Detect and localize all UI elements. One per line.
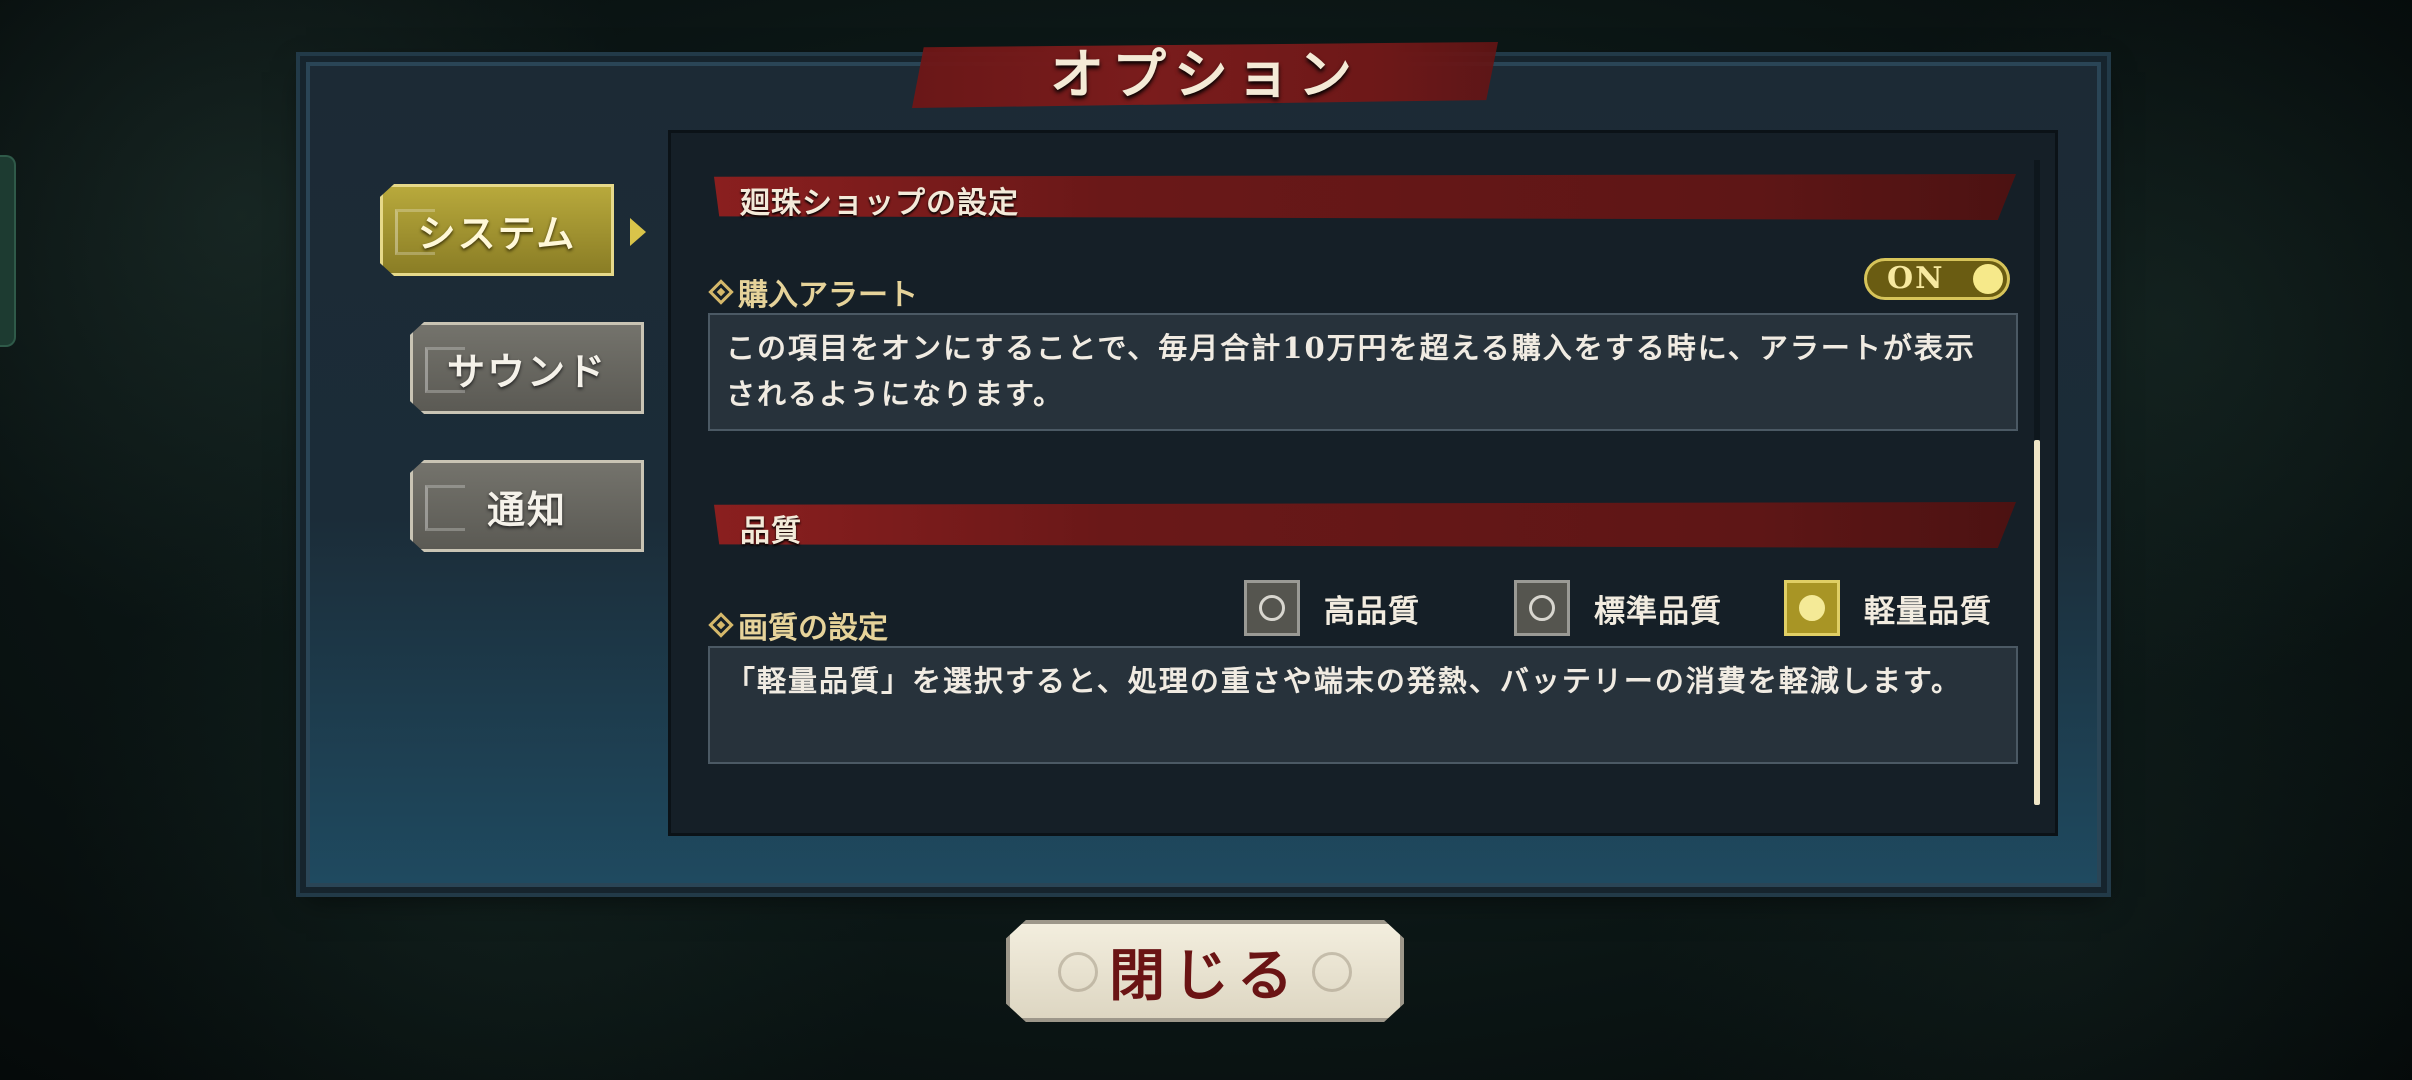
radio-indicator	[1529, 595, 1555, 621]
radio-high-quality[interactable]	[1244, 580, 1300, 636]
radio-label-high-quality: 高品質	[1324, 594, 1420, 630]
tab-ornament-icon	[425, 347, 465, 393]
radio-label-standard-quality: 標準品質	[1594, 594, 1722, 630]
dialog-title: オプション	[1050, 42, 1360, 106]
purchase-alert-toggle[interactable]: ON	[1864, 258, 2010, 300]
image-quality-description: 「軽量品質」を選択すると、処理の重さや端末の発熱、バッテリーの消費を軽減します。	[708, 646, 2018, 764]
tab-ornament-icon	[395, 209, 435, 255]
purchase-alert-description: この項目をオンにすることで、毎月合計10万円を超える購入をする時に、アラートが表…	[708, 313, 2018, 431]
image-quality-label-text: 画質の設定	[738, 611, 888, 646]
section-title-shop: 廻珠ショップの設定	[740, 186, 1019, 221]
close-button[interactable]: 閉じる	[1006, 920, 1404, 1022]
tab-sound[interactable]: サウンド	[410, 322, 644, 414]
purchase-alert-label: 購入アラート	[708, 270, 918, 314]
diamond-bullet-icon	[708, 612, 734, 638]
tab-ornament-icon	[425, 485, 465, 531]
radio-standard-quality[interactable]	[1514, 580, 1570, 636]
section-title-quality: 品質	[740, 514, 802, 549]
image-quality-label: 画質の設定	[708, 603, 888, 647]
radio-light-quality[interactable]	[1784, 580, 1840, 636]
tab-label: 通知	[486, 486, 567, 532]
edge-drawer-handle[interactable]	[0, 155, 16, 347]
radio-indicator	[1259, 595, 1285, 621]
ornament-circle-icon	[1312, 952, 1352, 992]
tab-label: サウンド	[446, 348, 607, 394]
diamond-bullet-icon	[708, 279, 734, 305]
radio-label-light-quality: 軽量品質	[1864, 594, 1992, 630]
active-tab-arrow-icon	[630, 218, 646, 246]
radio-indicator	[1799, 595, 1825, 621]
close-button-label: 閉じる	[1109, 942, 1301, 1009]
toggle-knob	[1973, 264, 2003, 294]
tab-notification[interactable]: 通知	[410, 460, 644, 552]
ornament-circle-icon	[1058, 952, 1098, 992]
tab-label: システム	[417, 210, 577, 256]
scrollbar-thumb[interactable]	[2034, 440, 2040, 805]
purchase-alert-label-text: 購入アラート	[738, 278, 918, 313]
toggle-state-text: ON	[1887, 261, 1945, 296]
tab-system[interactable]: システム	[380, 184, 614, 276]
section-header-quality	[714, 502, 2016, 548]
